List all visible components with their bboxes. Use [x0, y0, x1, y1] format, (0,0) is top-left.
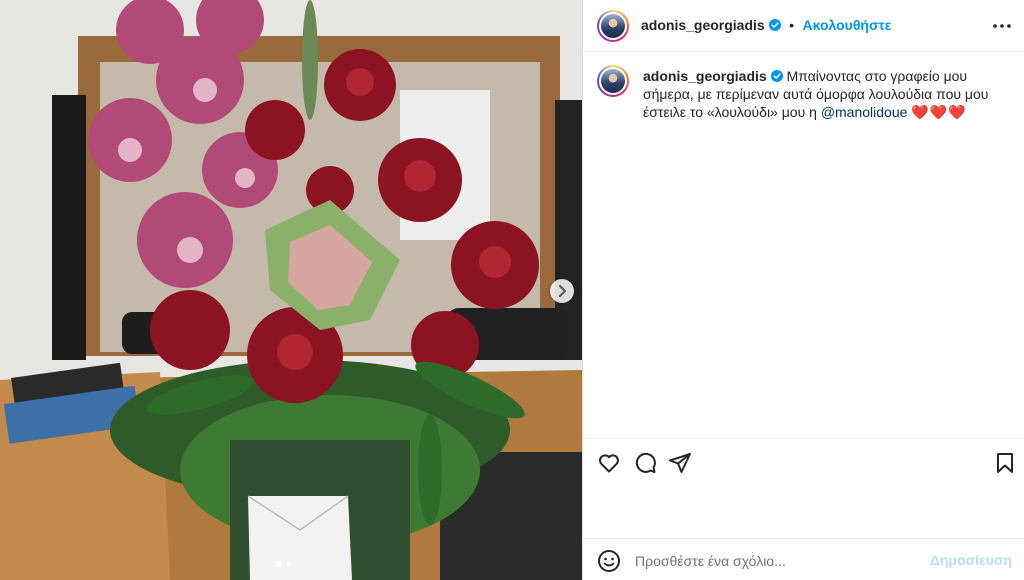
like-icon[interactable] [597, 451, 621, 475]
carousel-indicator [276, 561, 292, 567]
next-photo-button[interactable] [550, 279, 574, 303]
comment-bar: Δημοσίευση [583, 538, 1024, 580]
caption-mention-link[interactable]: @manolidoue [821, 104, 908, 120]
caption-username[interactable]: adonis_georgiadis [643, 68, 767, 84]
post-header: adonis_georgiadis • Ακολουθήστε [583, 0, 1024, 52]
post-comment-button[interactable]: Δημοσίευση [930, 552, 1012, 568]
post-details-pane: adonis_georgiadis • Ακολουθήστε adonis_g… [582, 0, 1024, 580]
save-icon[interactable] [993, 451, 1017, 475]
verified-badge-icon [770, 70, 783, 82]
comment-icon[interactable] [633, 451, 657, 475]
avatar[interactable] [597, 10, 629, 42]
post-actions-bar [583, 438, 1024, 486]
header-username[interactable]: adonis_georgiadis [641, 17, 765, 33]
post-photo[interactable] [0, 0, 582, 580]
header-separator: • [789, 17, 795, 33]
next-arrow-icon [559, 285, 566, 297]
comment-input[interactable] [633, 547, 937, 575]
more-options-icon[interactable] [990, 14, 1014, 38]
verified-badge-icon [768, 19, 781, 31]
photo-flowers-illustration [0, 0, 582, 580]
follow-button[interactable]: Ακολουθήστε [803, 17, 892, 33]
caption-avatar[interactable] [597, 65, 629, 97]
header-user-line: adonis_georgiadis • Ακολουθήστε [641, 17, 891, 35]
emoji-icon[interactable] [597, 549, 621, 573]
carousel-dot [286, 561, 292, 567]
post-caption: adonis_georgiadis Μπαίνοντας στο γραφείο… [643, 67, 1013, 121]
caption-avatar-image [599, 67, 627, 95]
caption-emoji: ❤️❤️❤️ [911, 104, 967, 120]
avatar-image [599, 12, 627, 40]
carousel-dot-active [276, 561, 282, 567]
share-icon[interactable] [668, 451, 692, 475]
